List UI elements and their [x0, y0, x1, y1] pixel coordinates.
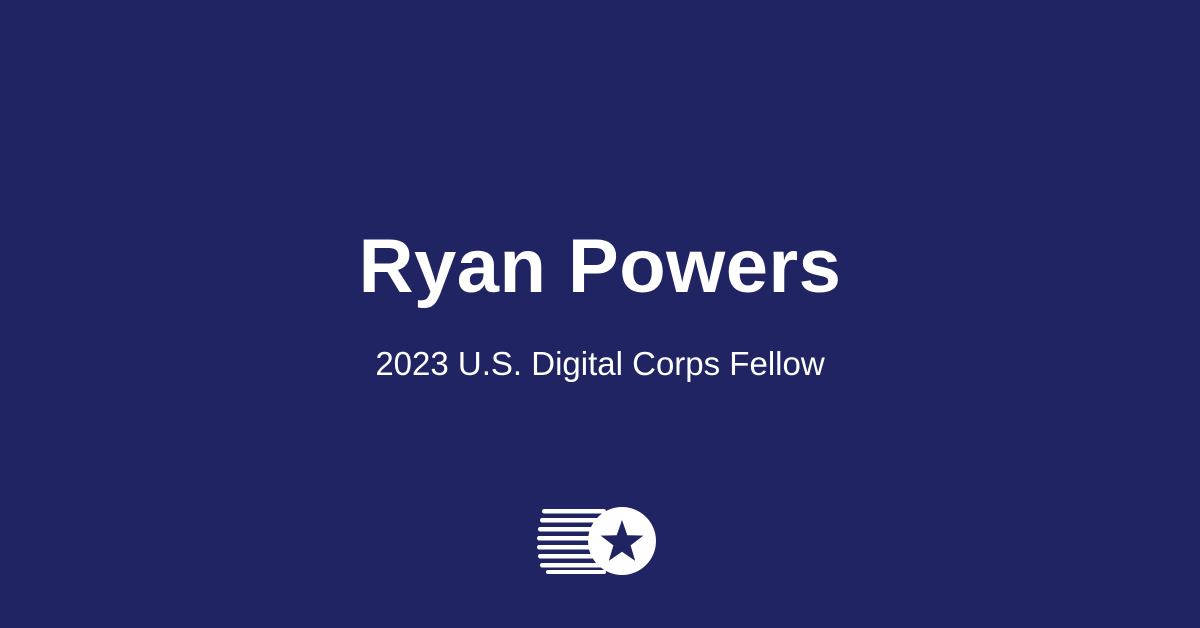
- fellow-name: Ryan Powers: [358, 224, 842, 309]
- fellow-title: 2023 U.S. Digital Corps Fellow: [375, 345, 825, 382]
- social-share-card: Ryan Powers 2023 U.S. Digital Corps Fell…: [0, 0, 1200, 628]
- us-digital-corps-star-logo-icon: [537, 507, 656, 575]
